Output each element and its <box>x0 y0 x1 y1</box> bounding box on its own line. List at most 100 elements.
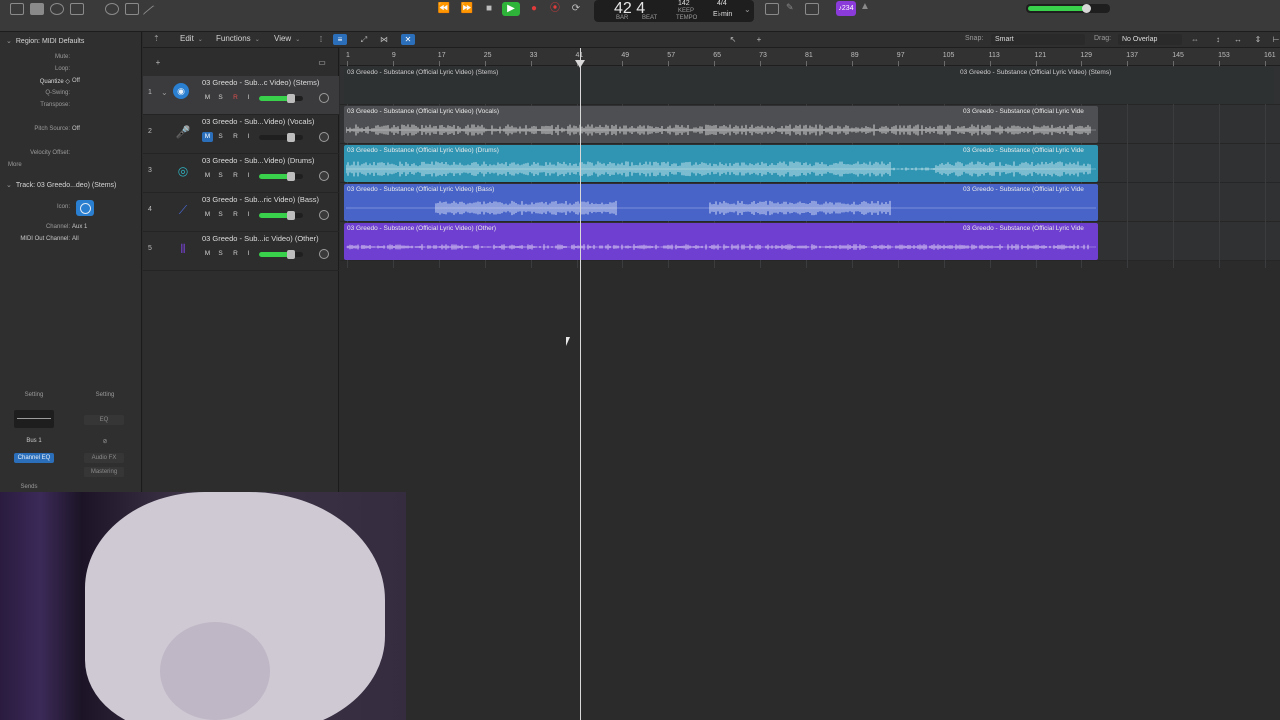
region-other[interactable]: 03 Greedo - Substance (Official Lyric Vi… <box>344 223 1098 260</box>
track-header-2[interactable]: 2 🎤 03 Greedo - Sub...Video) (Vocals) M S R I <box>143 115 339 154</box>
region-vocals[interactable]: 03 Greedo - Substance (Official Lyric Vi… <box>344 106 1098 143</box>
drag-select[interactable]: No Overlap <box>1118 34 1182 45</box>
toolbar-icon[interactable] <box>70 3 84 15</box>
count-in-badge[interactable]: ♪234 <box>836 1 856 16</box>
input-monitor-button[interactable]: I <box>243 132 254 142</box>
rewind-button[interactable]: ⏪ <box>435 2 453 16</box>
metronome-icon[interactable]: ▲ <box>860 1 874 13</box>
quick-help-icon[interactable] <box>50 3 64 15</box>
library-icon[interactable] <box>10 3 24 15</box>
solo-button[interactable]: S <box>215 210 226 220</box>
track-header-4[interactable]: 4 ⟋ 03 Greedo - Sub...ric Video) (Bass) M S R… <box>143 193 339 232</box>
smart-controls-icon[interactable] <box>105 3 119 15</box>
track-icon-picker[interactable] <box>76 200 94 216</box>
inspector-icon[interactable] <box>30 3 44 15</box>
track-inspector-header[interactable]: ⌄ Track: 03 Greedo...deo) (Stems) <box>6 181 116 189</box>
volume-knob[interactable] <box>286 133 295 142</box>
zoom-fit-icon[interactable]: ⇕ <box>1251 34 1265 45</box>
folder-stack-icon[interactable]: ◉ <box>173 83 189 99</box>
list-view-icon[interactable]: ≡ <box>333 34 347 45</box>
pointer-tool-icon[interactable]: ↖ <box>723 34 743 45</box>
track-header-1[interactable]: 1 ⌄ ◉ 03 Greedo - Sub...c Video) (Stems) M S R… <box>143 76 339 115</box>
list-editors-icon[interactable] <box>765 3 779 15</box>
solo-button[interactable]: S <box>215 171 226 181</box>
edit-menu[interactable]: Edit ⌄ <box>180 34 203 43</box>
region-folder[interactable]: 03 Greedo - Substance (Official Lyric Vi… <box>344 67 1274 104</box>
secondary-tool-icon[interactable]: + <box>749 34 769 45</box>
mastering-slot[interactable]: Mastering <box>84 467 124 477</box>
solo-button[interactable]: S <box>215 93 226 103</box>
disclosure-triangle-icon[interactable]: ⌄ <box>6 38 12 45</box>
volume-knob[interactable] <box>286 94 295 103</box>
volume-knob[interactable] <box>286 211 295 220</box>
audio-fx-slot[interactable]: Audio FX <box>84 453 124 463</box>
track-name[interactable]: 03 Greedo - Sub...c Video) (Stems) <box>202 78 319 87</box>
snap-select[interactable]: Smart <box>991 34 1085 45</box>
editors-icon[interactable] <box>142 4 162 24</box>
input-monitor-button[interactable]: I <box>243 171 254 181</box>
eq-slot-right[interactable]: EQ <box>84 415 124 425</box>
mixer-icon[interactable] <box>125 3 139 15</box>
horizontal-zoom-icon[interactable]: ↔ <box>1231 34 1245 45</box>
mute-button[interactable]: M <box>202 249 213 259</box>
track-name[interactable]: 03 Greedo - Sub...ic Video) (Other) <box>202 234 319 243</box>
bar-ruler[interactable]: 1917253341495765738189971051131211291371… <box>340 48 1280 66</box>
mute-button[interactable]: M <box>202 93 213 103</box>
pan-knob[interactable] <box>319 132 329 142</box>
record-enable-button[interactable]: R <box>230 171 241 181</box>
capture-record-button[interactable]: ⦿ <box>546 2 564 16</box>
solo-button[interactable]: S <box>215 132 226 142</box>
record-enable-button[interactable]: R <box>230 93 241 103</box>
volume-knob[interactable] <box>286 172 295 181</box>
record-enable-button[interactable]: R <box>230 249 241 259</box>
track-name[interactable]: 03 Greedo - Sub...ric Video) (Bass) <box>202 195 319 204</box>
volume-fader[interactable] <box>259 172 303 181</box>
row-value[interactable]: Off <box>72 126 80 132</box>
playhead[interactable] <box>580 48 581 720</box>
pan-knob[interactable] <box>319 249 329 259</box>
mute-button[interactable]: M <box>202 171 213 181</box>
note-pad-icon[interactable] <box>805 3 819 15</box>
region-bass[interactable]: 03 Greedo - Substance (Official Lyric Vi… <box>344 184 1098 221</box>
stop-button[interactable]: ■ <box>480 2 498 16</box>
setting-button-left[interactable]: Setting <box>13 392 55 398</box>
volume-fader[interactable] <box>259 94 303 103</box>
bus-send[interactable]: Bus 1 <box>13 438 55 444</box>
solo-button[interactable]: S <box>215 249 226 259</box>
add-track-button[interactable]: + <box>151 57 165 68</box>
play-button[interactable]: ▶ <box>502 2 520 16</box>
arrange-area[interactable]: 1917253341495765738189971051131211291371… <box>340 48 1280 720</box>
row-value[interactable]: Off <box>72 78 80 84</box>
row-value[interactable]: Aux 1 <box>72 224 87 230</box>
volume-fader[interactable] <box>259 211 303 220</box>
track-lanes[interactable]: 03 Greedo - Substance (Official Lyric Vi… <box>340 66 1280 268</box>
input-monitor-button[interactable]: I <box>243 249 254 259</box>
input-monitor-button[interactable]: I <box>243 93 254 103</box>
row-value[interactable]: All <box>72 236 79 242</box>
volume-knob[interactable] <box>286 250 295 259</box>
more-disclosure[interactable]: More <box>8 162 22 168</box>
track-name[interactable]: 03 Greedo - Sub...Video) (Drums) <box>202 156 314 165</box>
input-monitor-button[interactable]: I <box>243 210 254 220</box>
global-tracks-icon[interactable]: ▭ <box>315 57 329 68</box>
flex-icon[interactable]: ⋈ <box>377 34 391 45</box>
catch-playhead-icon[interactable]: ✕ <box>401 34 415 45</box>
disclosure-triangle-icon[interactable]: ⌄ <box>6 182 12 189</box>
channel-eq-plugin[interactable]: Channel EQ <box>14 453 54 463</box>
folder-disclosure-icon[interactable]: ⌄ <box>161 88 168 97</box>
fast-forward-button[interactable]: ⏩ <box>458 2 476 16</box>
lcd-menu-chevron-icon[interactable]: ⌄ <box>744 5 751 14</box>
pan-knob[interactable] <box>319 171 329 181</box>
view-menu[interactable]: View ⌄ <box>274 34 300 43</box>
master-volume-knob[interactable] <box>1082 4 1091 13</box>
pan-knob[interactable] <box>319 93 329 103</box>
microphone-icon[interactable]: 🎤 <box>173 122 193 142</box>
mute-button[interactable]: M <box>202 132 213 142</box>
master-volume-slider[interactable] <box>1026 4 1110 13</box>
link-icon[interactable]: ⊘ <box>84 438 126 445</box>
track-name[interactable]: 03 Greedo - Sub...Video) (Vocals) <box>202 117 314 126</box>
lcd-display[interactable]: 42 4 BAR BEAT 142 KEEP TEMPO 4/4 E♭min ⌄ <box>594 0 754 22</box>
grid-view-icon[interactable]: ⁞ <box>314 34 328 45</box>
catch-icon[interactable]: ⇡ <box>153 34 160 43</box>
waveform-zoom-icon[interactable]: ⇔ <box>1188 34 1202 45</box>
